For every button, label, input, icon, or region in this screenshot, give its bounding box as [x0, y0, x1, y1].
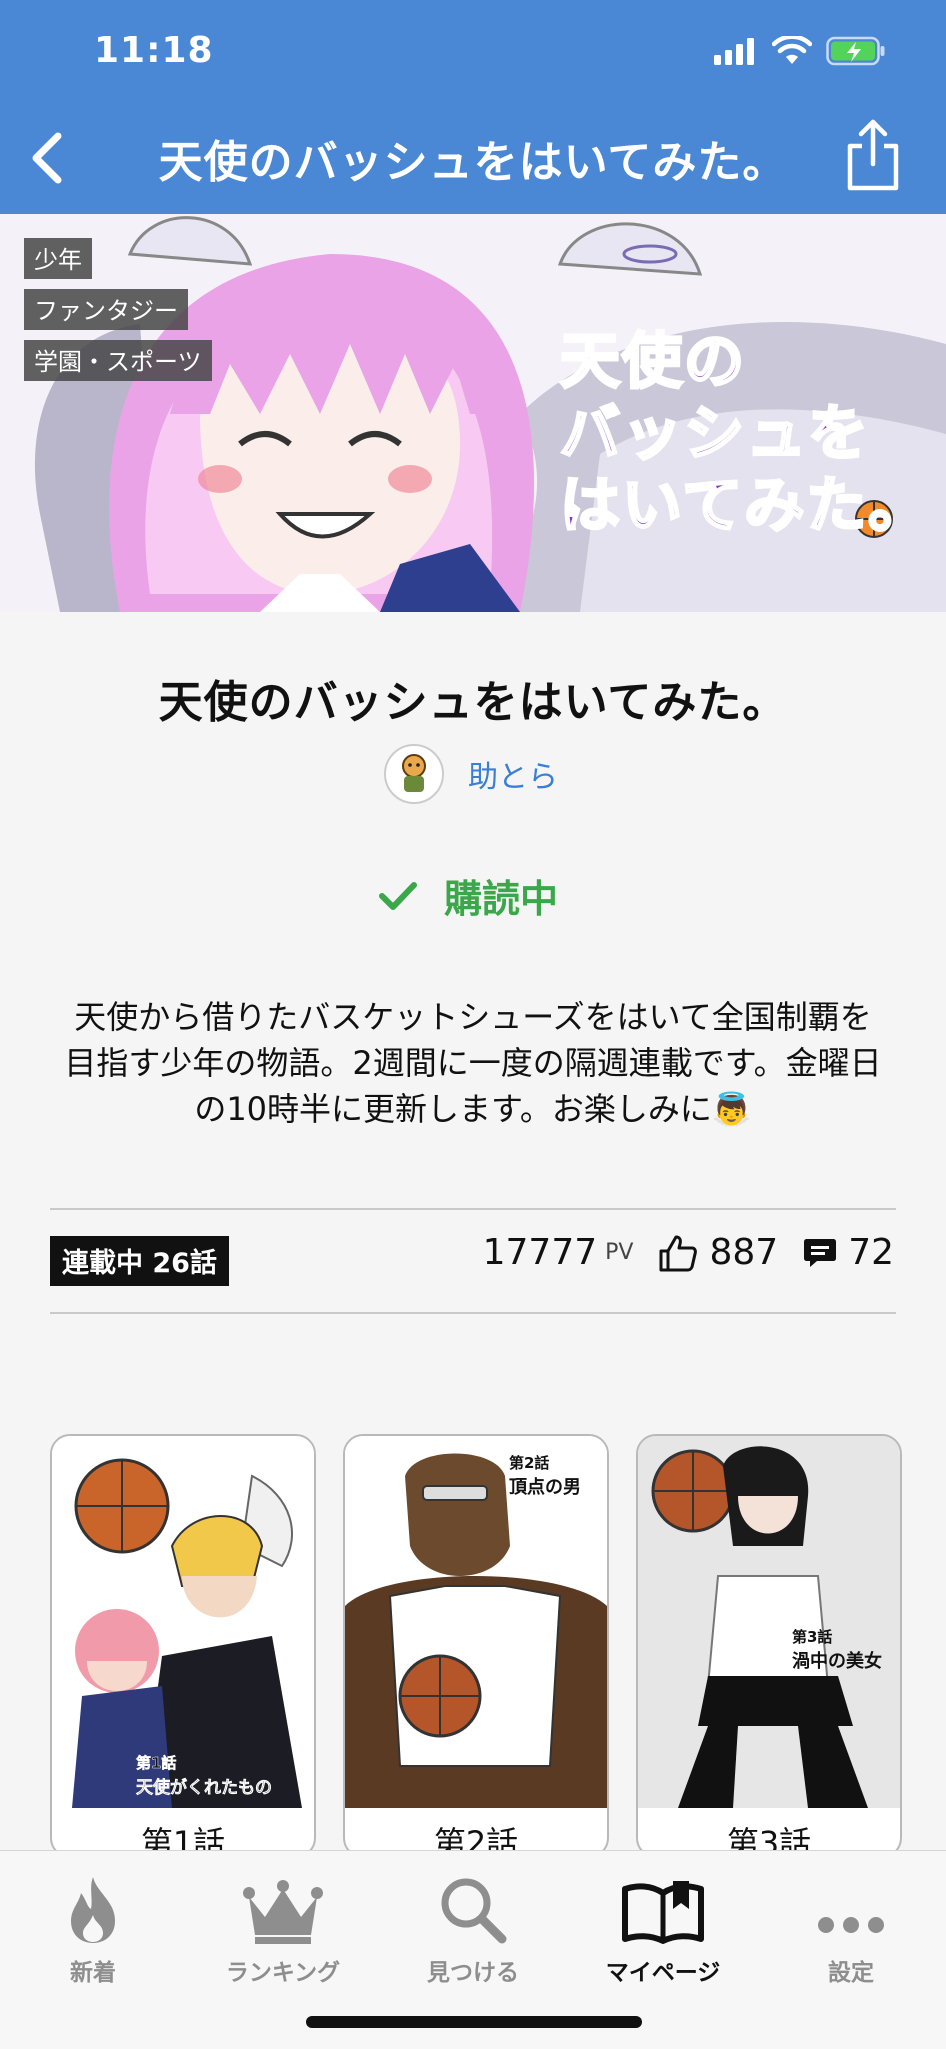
tab-label: 新着: [70, 1960, 116, 1986]
episode-thumbnail: 第2話 頂点の男: [345, 1436, 607, 1808]
checkmark-icon: [379, 881, 417, 910]
nav-title: 天使のバッシュをはいてみた。: [158, 137, 788, 188]
tab-ranking[interactable]: ランキング: [193, 1861, 373, 1987]
share-button[interactable]: [840, 118, 906, 194]
episode-cover-number: 第2話: [509, 1454, 550, 1472]
crown-icon: [193, 1861, 373, 1945]
tab-label: マイページ: [605, 1960, 721, 1986]
like-count: 887: [709, 1232, 779, 1273]
episode-cover-caption: 第3話 渦中の美女: [792, 1626, 882, 1673]
episode-cover-caption: 第1話 天使がくれたもの: [136, 1752, 273, 1799]
genre-tag[interactable]: 学園・スポーツ: [24, 340, 212, 381]
genre-tags: 少年 ファンタジー 学園・スポーツ: [24, 238, 212, 381]
tab-label: 設定: [828, 1960, 874, 1986]
home-indicator: [306, 2016, 642, 2028]
author-link[interactable]: 助とら: [384, 744, 558, 804]
serial-status-badge: 連載中 26話: [50, 1236, 229, 1286]
cover-logo-line: はいてみた。: [558, 470, 931, 543]
episode-card[interactable]: 第2話 頂点の男 第2話: [343, 1434, 609, 1858]
navigation-header: 11:18 天使のバッシュをはいてみた。: [0, 0, 946, 214]
divider: [50, 1312, 896, 1314]
pv-unit: PV: [605, 1240, 634, 1265]
tab-new[interactable]: 新着: [3, 1861, 183, 1987]
tab-label: 見つける: [427, 1960, 519, 1986]
wifi-icon: [772, 36, 812, 64]
thumbs-up-icon: [657, 1233, 699, 1273]
comment-icon: [802, 1236, 838, 1270]
cover-banner: 少年 ファンタジー 学園・スポーツ 天使の バッシュを はいてみた。: [0, 214, 946, 612]
cover-logo-line: 天使の: [558, 326, 746, 399]
episode-cover-title: 渦中の美女: [792, 1651, 882, 1672]
stats-row: 17777 PV 887 72: [483, 1232, 894, 1273]
battery-charging-icon: [826, 36, 885, 66]
book-icon: [573, 1861, 753, 1945]
share-icon: [847, 119, 899, 191]
episode-cover-number: 第1話: [136, 1754, 177, 1773]
signal-icon: [714, 38, 754, 65]
divider: [50, 1208, 896, 1210]
status-time: 11:18: [94, 30, 214, 71]
subscription-status: 購読中: [444, 877, 559, 921]
tab-discover[interactable]: 見つける: [383, 1861, 563, 1987]
search-icon: [383, 1861, 563, 1945]
episode-card[interactable]: 第3話 渦中の美女 第3話: [636, 1434, 902, 1858]
episode-thumbnail: 第3話 渦中の美女: [638, 1436, 900, 1808]
episode-thumbnail: 第1話 天使がくれたもの: [52, 1436, 314, 1808]
work-title: 天使のバッシュをはいてみた。: [158, 677, 788, 728]
episode-cover-number: 第3話: [792, 1628, 833, 1646]
episode-cover-title: 頂点の男: [509, 1477, 581, 1498]
genre-tag[interactable]: ファンタジー: [24, 289, 188, 330]
author-avatar[interactable]: [384, 744, 444, 804]
cover-logo-line: バッシュを: [558, 398, 870, 471]
subscribe-toggle[interactable]: 購読中: [378, 868, 558, 923]
cover-logo: 天使の バッシュを はいてみた。: [558, 326, 931, 543]
episode-cover-caption: 第2話 頂点の男: [509, 1452, 581, 1499]
comment-count: 72: [848, 1232, 894, 1273]
tab-settings[interactable]: 設定: [761, 1861, 941, 1987]
more-dots-icon: [761, 1861, 941, 1945]
genre-tag[interactable]: 少年: [24, 238, 92, 279]
tab-label: ランキング: [225, 1960, 341, 1986]
flame-icon: [3, 1861, 183, 1945]
episode-card[interactable]: 第1話 天使がくれたもの 第1話: [50, 1434, 316, 1858]
tab-bar: 新着 ランキング 見つける マイページ 設定: [0, 1850, 946, 2049]
pv-count: 17777: [482, 1232, 598, 1273]
episode-list: 第1話 天使がくれたもの 第1話 第2話 頂点の男 第2話 第3話 渦中の美女 …: [50, 1434, 902, 1858]
status-icons: [714, 36, 886, 66]
episode-cover-title: 天使がくれたもの: [136, 1778, 273, 1799]
tiger-avatar-icon: [402, 754, 426, 792]
work-description: 天使から借りたバスケットシューズをはいて全国制覇を目指す少年の物語。2週間に一度…: [64, 998, 882, 1128]
author-name[interactable]: 助とら: [468, 752, 558, 796]
tab-mypage[interactable]: マイページ: [573, 1861, 753, 1987]
